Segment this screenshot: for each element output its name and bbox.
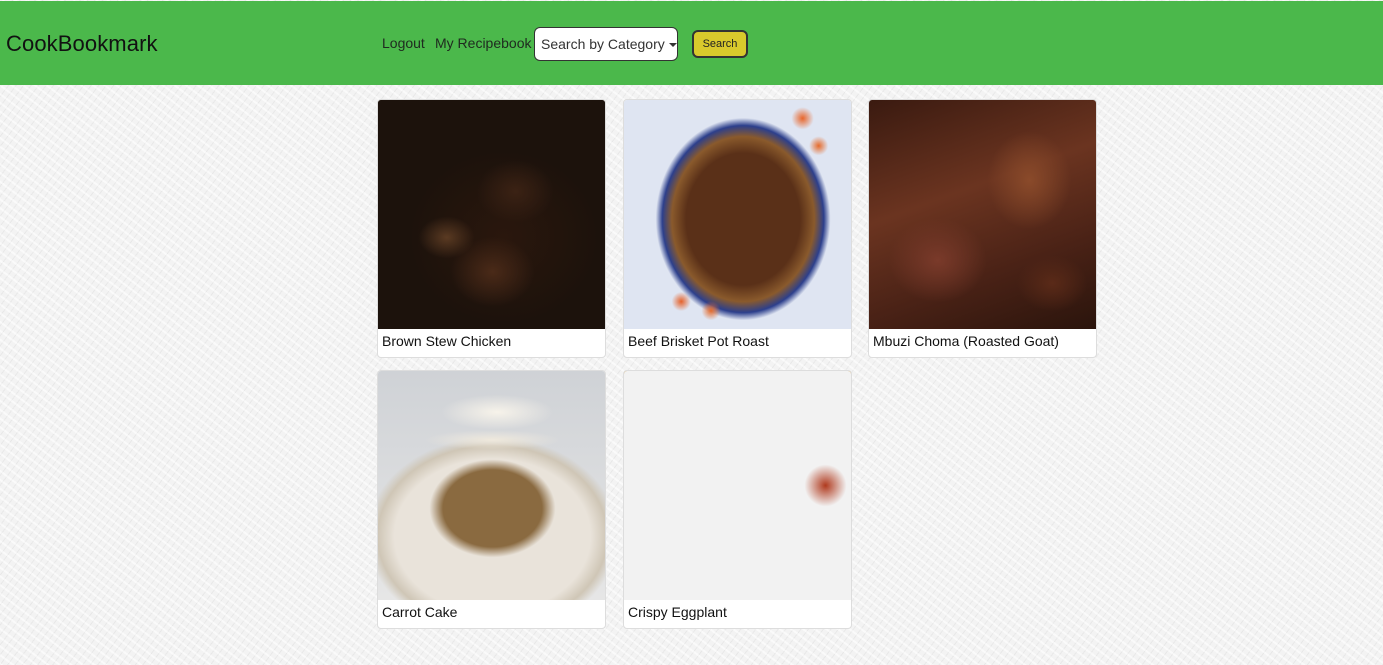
- recipe-image[interactable]: [624, 100, 851, 329]
- recipe-title[interactable]: Carrot Cake: [382, 604, 457, 620]
- recipe-image[interactable]: [624, 371, 851, 600]
- recipe-card[interactable]: Carrot Cake: [377, 370, 606, 629]
- caret-down-icon: [668, 43, 677, 47]
- recipe-card[interactable]: Beef Brisket Pot Roast: [623, 99, 852, 358]
- category-dropdown[interactable]: Search by Category: [534, 27, 678, 61]
- recipe-image[interactable]: [378, 371, 605, 600]
- recipe-title[interactable]: Beef Brisket Pot Roast: [628, 333, 769, 349]
- logout-link[interactable]: Logout: [382, 35, 425, 51]
- category-dropdown-label: Search by Category: [541, 36, 665, 52]
- my-recipebook-link[interactable]: My Recipebook: [435, 35, 532, 51]
- recipe-card[interactable]: Crispy Eggplant: [623, 370, 852, 629]
- top-navbar: CookBookmark Logout My Recipebook Search…: [0, 1, 1383, 85]
- recipe-card[interactable]: Mbuzi Choma (Roasted Goat): [868, 99, 1097, 358]
- brand-title[interactable]: CookBookmark: [6, 31, 158, 57]
- recipe-title[interactable]: Brown Stew Chicken: [382, 333, 511, 349]
- recipe-title[interactable]: Mbuzi Choma (Roasted Goat): [873, 333, 1059, 349]
- search-button[interactable]: Search: [692, 30, 748, 58]
- recipe-image[interactable]: [869, 100, 1096, 329]
- recipe-image[interactable]: [378, 100, 605, 329]
- recipe-card[interactable]: Brown Stew Chicken: [377, 99, 606, 358]
- recipe-title[interactable]: Crispy Eggplant: [628, 604, 727, 620]
